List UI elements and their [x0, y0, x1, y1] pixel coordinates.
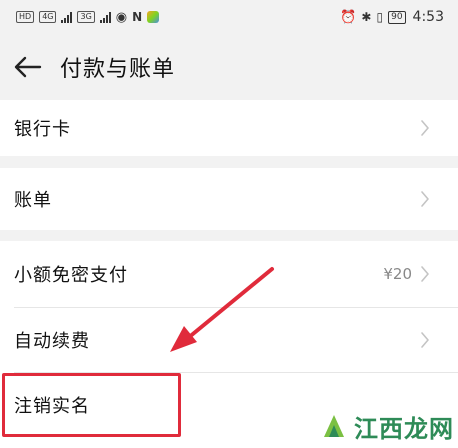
chevron-right-icon [421, 120, 429, 136]
vibrate-icon: ▯ [376, 10, 384, 24]
menu-item-bill[interactable]: 账单 [0, 168, 458, 230]
chevron-right-icon [421, 332, 429, 348]
menu-item-label: 银行卡 [14, 119, 71, 140]
status-time: 4:53 [412, 9, 444, 25]
menu-item-small-pay[interactable]: 小额免密支付 ¥20 [0, 241, 458, 307]
small-pay-limit-value: ¥20 [383, 265, 412, 283]
status-left: HD 4G 3G ◉ N [16, 9, 160, 25]
arrow-left-icon [14, 56, 42, 78]
watermark-text: 江西龙网 [354, 415, 454, 443]
app-notification-icon [147, 11, 160, 23]
page-title: 付款与账单 [60, 57, 176, 82]
signal-icon [61, 11, 73, 23]
status-bar: HD 4G 3G ◉ N ⏰ ✱ ▯ 90 4:53 [0, 0, 458, 34]
highlight-box [2, 373, 181, 437]
small-pay-right: ¥20 [383, 265, 430, 283]
watermark: 江西龙网 [318, 409, 454, 444]
network-4g-badge: 4G [39, 11, 57, 23]
menu-item-label: 小额免密支付 [14, 265, 128, 286]
status-right: ⏰ ✱ ▯ 90 4:53 [340, 9, 444, 25]
chevron-right-icon [421, 266, 429, 282]
chevron-right-icon [421, 191, 429, 207]
hd-badge: HD [16, 11, 35, 23]
nav-bar: 付款与账单 [0, 34, 458, 100]
eye-icon: ◉ [115, 9, 128, 25]
network-3g-badge: 3G [77, 11, 95, 23]
menu-item-label: 自动续费 [14, 331, 90, 352]
battery-indicator: 90 [388, 10, 406, 24]
watermark-logo-icon [324, 414, 344, 437]
menu-item-auto-renew[interactable]: 自动续费 [0, 308, 458, 372]
back-button[interactable] [10, 49, 46, 85]
bluetooth-icon: ✱ [361, 10, 372, 24]
nfc-icon: N [132, 10, 143, 24]
signal-icon [99, 11, 111, 23]
menu-item-bank-card[interactable]: 银行卡 [0, 100, 458, 156]
menu-item-label: 账单 [14, 190, 52, 211]
alarm-icon: ⏰ [340, 9, 357, 25]
